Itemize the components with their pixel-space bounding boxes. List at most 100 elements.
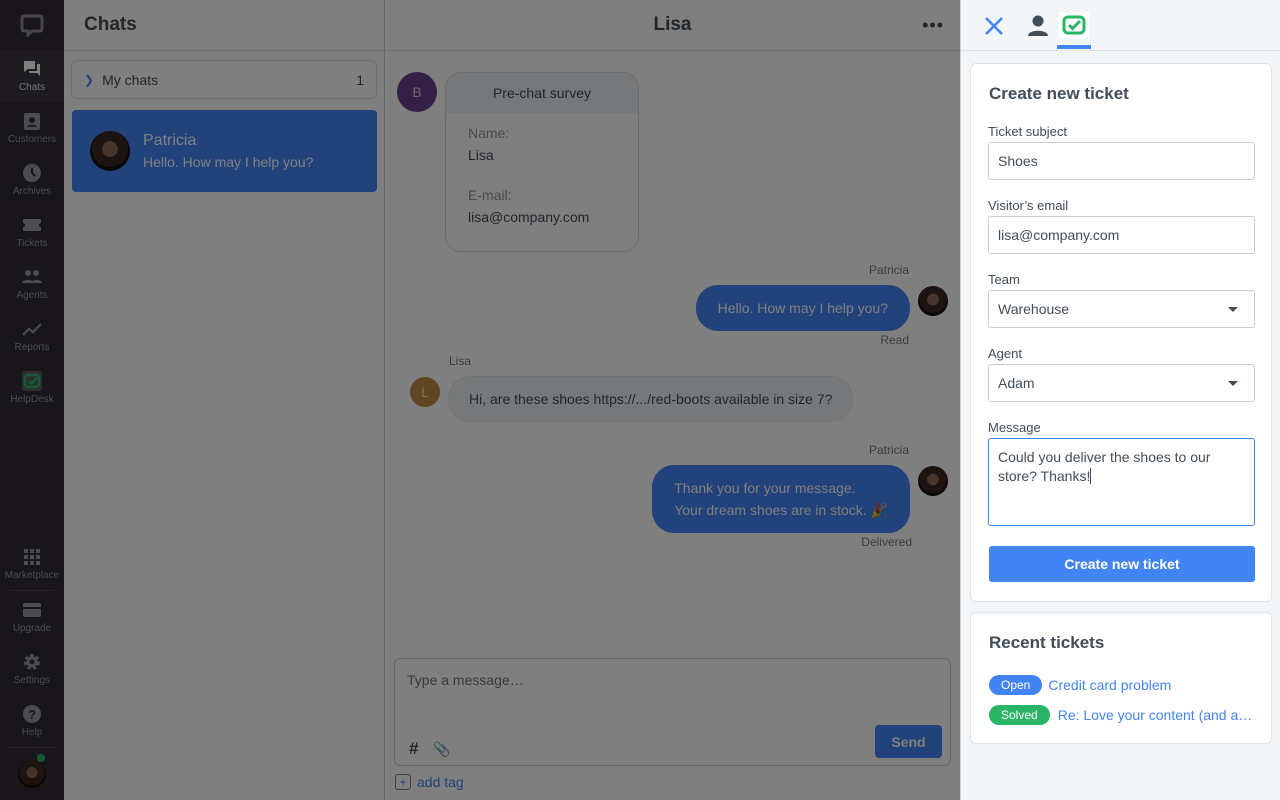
agent-value: Adam — [998, 375, 1035, 391]
send-button[interactable]: Send — [875, 725, 942, 758]
pre-chat-survey-card: Pre-chat survey Name: Lisa E-mail: lisa@… — [445, 72, 639, 252]
add-tag-link[interactable]: + add tag — [395, 774, 464, 790]
message-status: Read — [880, 333, 909, 347]
archives-icon — [23, 164, 41, 182]
nav-label: Chats — [18, 82, 46, 93]
canned-responses-hash-icon[interactable]: # — [409, 739, 418, 759]
nav-label: Reports — [14, 342, 50, 353]
survey-field-label: Name: — [468, 125, 510, 141]
nav-item-upgrade[interactable]: Upgrade — [0, 591, 64, 643]
nav-label: Agents — [16, 290, 48, 301]
agent-avatar — [918, 466, 948, 496]
nav-label: Help — [21, 727, 43, 738]
message-textarea[interactable]: Could you deliver the shoes to our store… — [988, 438, 1255, 526]
chat-list-item[interactable]: Patricia Hello. How may I help you? — [72, 110, 377, 192]
message-line: Thank you for your message. — [674, 480, 856, 496]
nav-item-helpdesk[interactable]: HelpDesk — [0, 362, 64, 414]
user-avatar[interactable] — [0, 748, 64, 800]
team-value: Warehouse — [998, 301, 1070, 317]
agent-select[interactable]: Adam — [988, 364, 1255, 402]
nav-item-settings[interactable]: Settings — [0, 643, 64, 695]
nav-label: Archives — [12, 186, 52, 197]
nav-item-agents[interactable]: Agents — [0, 258, 64, 310]
nav-label: HelpDesk — [10, 394, 54, 405]
message-line: Your dream shoes are in stock. 🎉 — [674, 502, 888, 518]
visitor-email-value: lisa@company.com — [998, 227, 1120, 243]
nav-item-chats[interactable]: Chats — [0, 50, 64, 102]
message-value: Could you deliver the shoes to our store… — [998, 449, 1211, 484]
recent-ticket-row: Open Credit card problem — [989, 675, 1171, 695]
reports-icon — [22, 323, 42, 336]
main-nav: Chats Customers Archives Tickets Agents … — [0, 0, 64, 800]
ticket-subject-value: Shoes — [998, 153, 1038, 169]
customers-icon — [24, 113, 40, 130]
svg-text:?: ? — [28, 707, 36, 722]
message-bubble-incoming: Hi, are these shoes https://.../red-boot… — [448, 376, 854, 422]
group-count: 1 — [356, 71, 364, 88]
ticket-subject-input[interactable]: Shoes — [988, 142, 1255, 180]
survey-field-label: E-mail: — [468, 187, 512, 203]
message-bubble-outgoing: Hello. How may I help you? — [695, 285, 910, 331]
active-tab-indicator — [1057, 45, 1091, 49]
agents-icon — [22, 270, 42, 283]
create-ticket-button[interactable]: Create new ticket — [989, 546, 1255, 582]
nav-item-customers[interactable]: Customers — [0, 102, 64, 154]
survey-field-value: lisa@company.com — [468, 209, 590, 225]
ticket-status-badge: Open — [989, 675, 1043, 695]
conversation-panel: Lisa ••• B Pre-chat survey Name: Lisa E-… — [385, 0, 960, 800]
dropdown-caret-icon — [1228, 380, 1238, 386]
message-composer: # 📎 Send — [394, 658, 951, 766]
more-options-icon[interactable]: ••• — [922, 15, 944, 36]
nav-label: Marketplace — [4, 570, 60, 581]
details-panel: Create new ticket Ticket subject Shoes V… — [960, 0, 1280, 800]
avatar-image — [18, 760, 46, 788]
nav-label: Customers — [7, 134, 57, 145]
recent-tickets-title: Recent tickets — [989, 633, 1105, 652]
team-select[interactable]: Warehouse — [988, 290, 1255, 328]
message-author: Patricia — [868, 263, 909, 277]
survey-title: Pre-chat survey — [446, 73, 638, 113]
chat-logo-icon — [20, 14, 44, 37]
chat-preview: Hello. How may I help you? — [143, 154, 314, 170]
panel-tabs — [961, 0, 1280, 51]
recent-ticket-row: Solved Re: Love your content (and a… — [989, 705, 1252, 725]
conversation-header: Lisa ••• — [385, 0, 960, 51]
nav-item-help[interactable]: ? Help — [0, 695, 64, 747]
add-tag-label: add tag — [417, 774, 464, 790]
survey-field-value: Lisa — [468, 147, 494, 163]
message-bubble-outgoing: Thank you for your message. Your dream s… — [652, 465, 910, 533]
message-author: Patricia — [868, 443, 909, 457]
attachment-paperclip-icon[interactable]: 📎 — [433, 741, 450, 758]
message-label: Message — [988, 420, 1041, 435]
nav-item-archives[interactable]: Archives — [0, 154, 64, 206]
nav-item-tickets[interactable]: Tickets — [0, 206, 64, 258]
ticket-link[interactable]: Credit card problem — [1048, 677, 1171, 693]
avatar — [90, 131, 130, 171]
ticket-link[interactable]: Re: Love your content (and a… — [1058, 707, 1253, 723]
my-chats-group[interactable]: ❯ My chats 1 — [71, 60, 377, 99]
nav-label: Upgrade — [12, 623, 52, 634]
chats-header: Chats — [64, 0, 384, 51]
message-input[interactable] — [407, 672, 927, 688]
tickets-icon — [23, 219, 41, 231]
agent-avatar — [918, 286, 948, 316]
create-ticket-card: Create new ticket Ticket subject Shoes V… — [970, 63, 1272, 602]
text-cursor — [1090, 468, 1092, 484]
plus-icon: + — [395, 774, 411, 790]
chats-list-panel: Chats ❯ My chats 1 Patricia Hello. How m… — [64, 0, 385, 800]
bot-avatar: B — [397, 72, 437, 112]
message-author: Lisa — [449, 354, 472, 368]
helpdesk-icon — [22, 371, 42, 391]
tab-helpdesk[interactable] — [1059, 12, 1089, 38]
recent-tickets-card: Recent tickets Open Credit card problem … — [970, 612, 1272, 744]
customer-details-user-icon[interactable] — [1027, 14, 1049, 38]
agent-label: Agent — [988, 346, 1022, 361]
app-logo[interactable] — [0, 0, 64, 50]
chats-title: Chats — [84, 14, 137, 35]
nav-label: Tickets — [16, 238, 48, 249]
message-status: Delivered — [861, 535, 912, 549]
nav-item-reports[interactable]: Reports — [0, 310, 64, 362]
close-icon[interactable] — [983, 13, 1005, 39]
visitor-email-input[interactable]: lisa@company.com — [988, 216, 1255, 254]
nav-item-marketplace[interactable]: Marketplace — [0, 538, 64, 590]
